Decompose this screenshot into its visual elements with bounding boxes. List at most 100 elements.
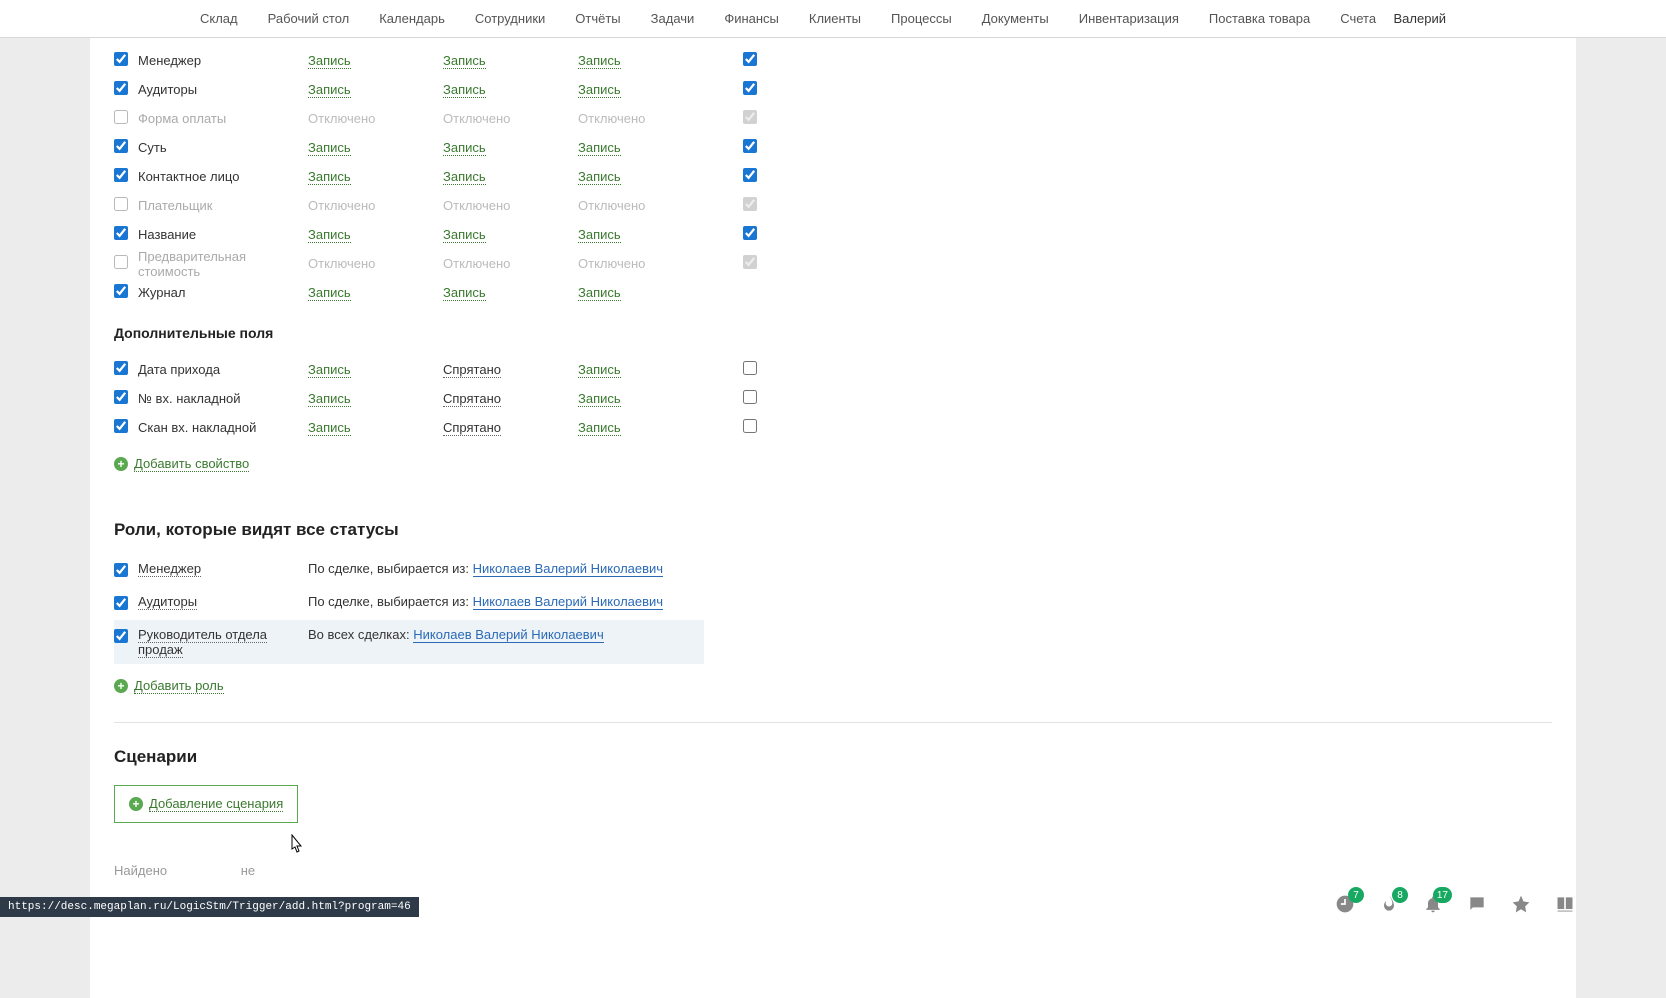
nav-inventory[interactable]: Инвентаризация bbox=[1079, 11, 1179, 26]
state-disabled: Отключено bbox=[578, 198, 645, 213]
field-checkbox[interactable] bbox=[114, 226, 128, 240]
required-checkbox[interactable] bbox=[743, 226, 757, 240]
clock-icon[interactable]: 7 bbox=[1334, 893, 1356, 915]
field-checkbox[interactable] bbox=[114, 284, 128, 298]
field-checkbox[interactable] bbox=[114, 52, 128, 66]
field-checkbox[interactable] bbox=[114, 139, 128, 153]
field-checkbox[interactable] bbox=[114, 110, 128, 124]
additional-field-row: Скан вх. накладной Запись Спрятано Запис… bbox=[114, 413, 1552, 442]
nav-user[interactable]: Валерий bbox=[1394, 11, 1446, 26]
required-checkbox[interactable] bbox=[743, 361, 757, 375]
state-write-link[interactable]: Запись bbox=[578, 53, 621, 69]
nav-clients[interactable]: Клиенты bbox=[809, 11, 861, 26]
field-label: Скан вх. накладной bbox=[138, 420, 308, 435]
top-nav: Склад Рабочий стол Календарь Сотрудники … bbox=[0, 0, 1666, 38]
add-scenario-label: Добавление сценария bbox=[149, 796, 283, 812]
state-write-link[interactable]: Запись bbox=[578, 140, 621, 156]
scenarios-title: Сценарии bbox=[114, 747, 1552, 767]
state-write-link[interactable]: Запись bbox=[578, 169, 621, 185]
field-row: Название Запись Запись Запись bbox=[114, 220, 1552, 249]
state-write-link[interactable]: Запись bbox=[443, 82, 486, 98]
role-person-link[interactable]: Николаев Валерий Николаевич bbox=[473, 594, 664, 610]
nav-delivery[interactable]: Поставка товара bbox=[1209, 11, 1310, 26]
field-label: Название bbox=[138, 227, 308, 242]
state-write-link[interactable]: Запись bbox=[308, 227, 351, 243]
state-write-link[interactable]: Запись bbox=[308, 285, 351, 301]
nav-processes[interactable]: Процессы bbox=[891, 11, 952, 26]
state-write-link[interactable]: Запись bbox=[443, 140, 486, 156]
state-write-link[interactable]: Запись bbox=[308, 169, 351, 185]
state-write-link[interactable]: Запись bbox=[578, 285, 621, 301]
required-checkbox[interactable] bbox=[743, 168, 757, 182]
footer-text: Найдено bbox=[114, 863, 167, 878]
required-checkbox[interactable] bbox=[743, 81, 757, 95]
nav-calendar[interactable]: Календарь bbox=[379, 11, 445, 26]
plus-icon: + bbox=[114, 679, 128, 693]
bell-icon[interactable]: 17 bbox=[1422, 893, 1444, 915]
required-checkbox[interactable] bbox=[743, 52, 757, 66]
state-disabled: Отключено bbox=[308, 256, 375, 271]
role-checkbox[interactable] bbox=[114, 629, 128, 643]
role-person-link[interactable]: Николаев Валерий Николаевич bbox=[413, 627, 604, 643]
field-row: Плательщик Отключено Отключено Отключено bbox=[114, 191, 1552, 220]
nav-invoices[interactable]: Счета bbox=[1340, 11, 1376, 26]
fire-icon[interactable]: 8 bbox=[1378, 893, 1400, 915]
nav-sklad[interactable]: Склад bbox=[200, 11, 238, 26]
bell-badge: 17 bbox=[1433, 887, 1452, 903]
nav-documents[interactable]: Документы bbox=[982, 11, 1049, 26]
field-row: Форма оплаты Отключено Отключено Отключе… bbox=[114, 104, 1552, 133]
state-disabled: Отключено bbox=[308, 198, 375, 213]
state-write-link[interactable]: Запись bbox=[308, 140, 351, 156]
field-checkbox[interactable] bbox=[114, 361, 128, 375]
nav-employees[interactable]: Сотрудники bbox=[475, 11, 545, 26]
role-person-link[interactable]: Николаев Валерий Николаевич bbox=[473, 561, 664, 577]
state-write-link[interactable]: Запись bbox=[578, 420, 621, 436]
field-checkbox[interactable] bbox=[114, 390, 128, 404]
required-checkbox[interactable] bbox=[743, 139, 757, 153]
state-write-link[interactable]: Запись bbox=[308, 391, 351, 407]
state-write-link[interactable]: Запись bbox=[578, 391, 621, 407]
divider bbox=[114, 722, 1552, 723]
clock-badge: 7 bbox=[1348, 887, 1364, 903]
required-checkbox[interactable] bbox=[743, 419, 757, 433]
state-write-link[interactable]: Запись bbox=[308, 53, 351, 69]
add-property-link[interactable]: + Добавить свойство bbox=[114, 456, 249, 472]
field-checkbox[interactable] bbox=[114, 197, 128, 211]
role-name-link[interactable]: Руководитель отдела продаж bbox=[138, 627, 267, 658]
state-hidden-link[interactable]: Спрятано bbox=[443, 362, 501, 378]
role-name-link[interactable]: Аудиторы bbox=[138, 594, 197, 610]
state-write-link[interactable]: Запись bbox=[578, 227, 621, 243]
state-write-link[interactable]: Запись bbox=[308, 420, 351, 436]
nav-desktop[interactable]: Рабочий стол bbox=[268, 11, 350, 26]
state-write-link[interactable]: Запись bbox=[443, 285, 486, 301]
state-write-link[interactable]: Запись bbox=[308, 362, 351, 378]
star-icon[interactable] bbox=[1510, 893, 1532, 915]
state-write-link[interactable]: Запись bbox=[443, 53, 486, 69]
additional-title: Дополнительные поля bbox=[114, 325, 1552, 341]
field-checkbox[interactable] bbox=[114, 81, 128, 95]
state-write-link[interactable]: Запись bbox=[578, 362, 621, 378]
required-checkbox[interactable] bbox=[743, 390, 757, 404]
role-checkbox[interactable] bbox=[114, 563, 128, 577]
add-scenario-button[interactable]: + Добавление сценария bbox=[114, 785, 298, 823]
state-hidden-link[interactable]: Спрятано bbox=[443, 420, 501, 436]
bottom-bar: 7 8 17 bbox=[1334, 893, 1576, 915]
nav-reports[interactable]: Отчёты bbox=[575, 11, 620, 26]
chat-icon[interactable] bbox=[1466, 893, 1488, 915]
field-checkbox[interactable] bbox=[114, 255, 128, 269]
book-icon[interactable] bbox=[1554, 893, 1576, 915]
state-hidden-link[interactable]: Спрятано bbox=[443, 391, 501, 407]
field-checkbox[interactable] bbox=[114, 168, 128, 182]
add-role-link[interactable]: + Добавить роль bbox=[114, 678, 224, 694]
state-write-link[interactable]: Запись bbox=[578, 82, 621, 98]
state-write-link[interactable]: Запись bbox=[308, 82, 351, 98]
role-name-link[interactable]: Менеджер bbox=[138, 561, 201, 577]
field-checkbox[interactable] bbox=[114, 419, 128, 433]
state-write-link[interactable]: Запись bbox=[443, 169, 486, 185]
roles-title: Роли, которые видят все статусы bbox=[114, 520, 1552, 540]
field-label: Менеджер bbox=[138, 53, 308, 68]
nav-finance[interactable]: Финансы bbox=[724, 11, 779, 26]
role-checkbox[interactable] bbox=[114, 596, 128, 610]
nav-tasks[interactable]: Задачи bbox=[651, 11, 695, 26]
state-write-link[interactable]: Запись bbox=[443, 227, 486, 243]
